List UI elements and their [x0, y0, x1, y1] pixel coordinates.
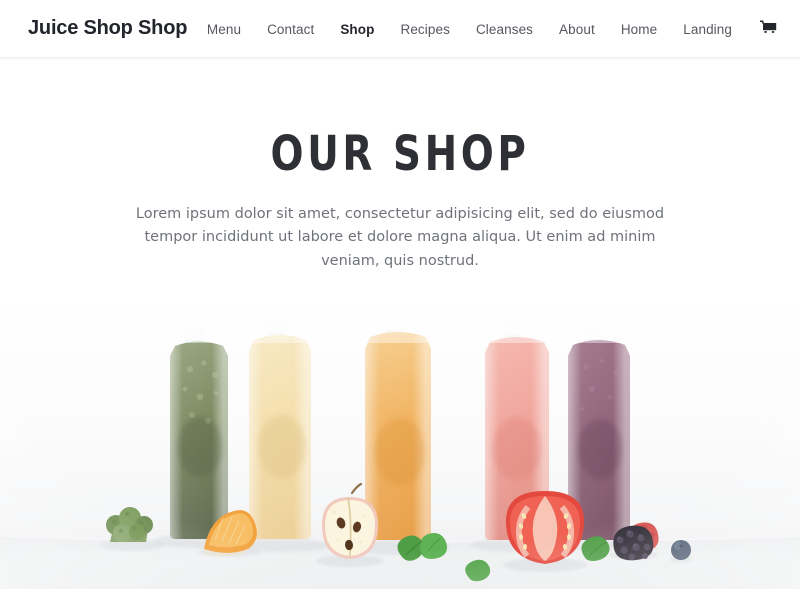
hero-subtitle: Lorem ipsum dolor sit amet, consectetur …	[135, 206, 665, 269]
page-title: OUR SHOP	[270, 126, 530, 182]
hero-image-illustration	[0, 297, 800, 589]
site-header: Juice Shop Shop Menu Contact Shop Recipe…	[0, 0, 800, 58]
nav-item-landing[interactable]: Landing	[683, 22, 732, 37]
shopping-cart-button[interactable]	[759, 19, 778, 39]
shopping-cart-icon	[759, 19, 778, 39]
nav-item-menu[interactable]: Menu	[207, 22, 241, 37]
nav-item-shop[interactable]: Shop	[340, 22, 374, 37]
hero-section: OUR SHOP Lorem ipsum dolor sit amet, con…	[0, 58, 800, 274]
nav-item-about[interactable]: About	[559, 22, 595, 37]
nav-item-home[interactable]: Home	[621, 22, 657, 37]
nav-item-cleanses[interactable]: Cleanses	[476, 22, 533, 37]
nav-item-recipes[interactable]: Recipes	[400, 22, 449, 37]
nav-item-contact[interactable]: Contact	[267, 22, 314, 37]
hero-image	[0, 297, 800, 589]
main-navigation: Menu Contact Shop Recipes Cleanses About…	[207, 0, 778, 58]
brand-logo[interactable]: Juice Shop Shop	[28, 17, 187, 40]
